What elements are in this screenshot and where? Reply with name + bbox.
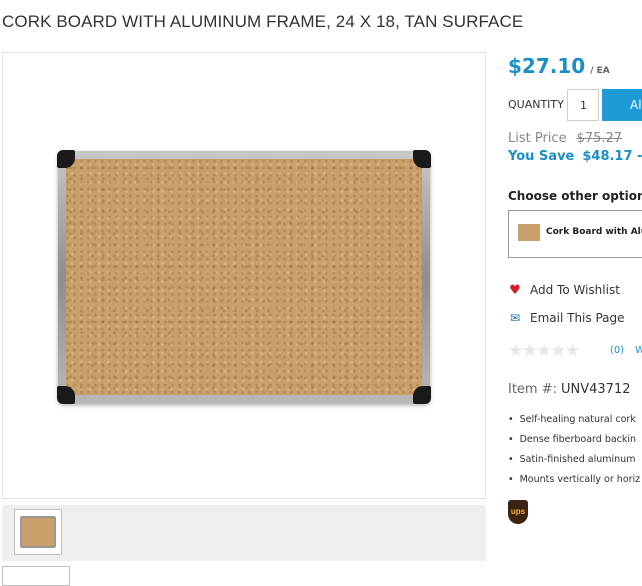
product-price: $27.10 / EA [508, 54, 610, 78]
price-unit: / EA [590, 66, 610, 76]
choose-options-heading: Choose other options [508, 189, 642, 203]
list-price-value: $75.27 [576, 131, 623, 146]
frame-corner [57, 386, 75, 404]
product-title: CORK BOARD WITH ALUMINUM FRAME, 24 X 18,… [2, 12, 524, 31]
rating-stars: ★★★★★ [508, 341, 580, 361]
quantity-input[interactable] [567, 89, 599, 121]
option-label: Cork Board with Alu [546, 227, 642, 237]
feature-item: Dense fiberboard backin [508, 432, 640, 452]
list-price-label: List Price [508, 131, 567, 146]
quantity-label: QUANTITY [508, 98, 564, 111]
feature-item: Satin-finished aluminum [508, 452, 640, 472]
option-swatch [518, 224, 540, 241]
price-value: $27.10 [508, 54, 586, 78]
frame-corner [413, 386, 431, 404]
email-label: Email This Page [530, 311, 625, 325]
feature-list: Self-healing natural cork Dense fiberboa… [508, 412, 641, 492]
add-to-wishlist-link[interactable]: ♥ Add To Wishlist [508, 283, 620, 298]
thumbnail-image [20, 516, 56, 548]
you-save: You Save $48.17 - 6 [508, 149, 642, 164]
you-save-label: You Save [508, 149, 575, 164]
list-price: List Price $75.27 [508, 131, 622, 146]
cork-board-image [57, 150, 431, 404]
add-to-cart-button[interactable]: Al [602, 89, 642, 121]
you-save-value: $48.17 - 6 [582, 149, 642, 164]
review-count-link[interactable]: (0) [610, 345, 624, 356]
envelope-icon: ✉ [509, 311, 521, 325]
email-page-link[interactable]: ✉ Email This Page [508, 311, 625, 325]
thumbnail-strip [2, 505, 486, 561]
heart-icon: ♥ [509, 283, 521, 298]
ups-logo-icon: ups [508, 500, 528, 524]
item-number: Item #: UNV43712 [508, 382, 631, 397]
feature-item: Mounts vertically or horiz [508, 472, 641, 492]
option-cork-board[interactable]: Cork Board with Alu [508, 210, 642, 258]
product-thumbnail-2[interactable] [2, 566, 70, 586]
item-number-label: Item #: [508, 382, 557, 397]
item-number-value: UNV43712 [561, 382, 631, 397]
feature-item: Self-healing natural cork [508, 412, 640, 432]
cork-surface [66, 159, 422, 395]
frame-corner [413, 150, 431, 168]
wishlist-label: Add To Wishlist [530, 283, 620, 297]
write-review-link[interactable]: W [635, 345, 642, 356]
product-thumbnail[interactable] [14, 509, 62, 555]
